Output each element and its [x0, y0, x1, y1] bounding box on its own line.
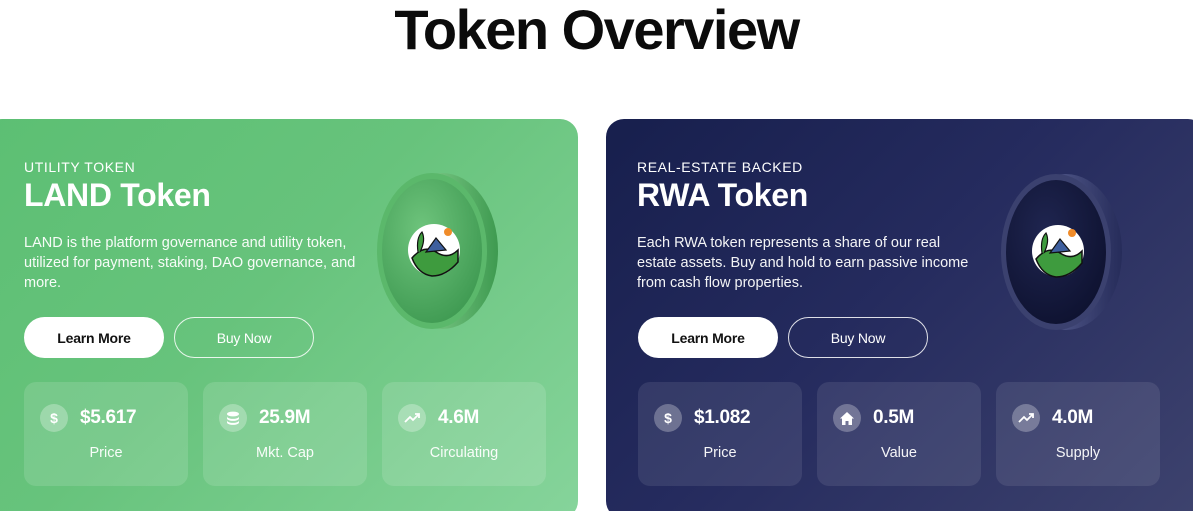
land-token-card: UTILITY TOKEN LAND Token LAND is the pla… — [0, 119, 578, 511]
stat-circulating: 4.6M Circulating — [382, 382, 546, 486]
land-logo-icon — [408, 224, 460, 277]
card-title: LAND Token — [24, 177, 211, 213]
stat-supply: 4.0M Supply — [996, 382, 1160, 486]
token-overview-page: Token Overview UTILITY TOKEN LAND Token … — [0, 0, 1193, 511]
stat-label: Value — [880, 445, 917, 461]
stat-market-cap: 25.9M Mkt. Cap — [203, 382, 367, 486]
page-title: Token Overview — [394, 0, 800, 61]
stat-value: 4.6M — [438, 407, 480, 428]
stat-label: Mkt. Cap — [255, 445, 314, 461]
card-eyebrow: UTILITY TOKEN — [24, 159, 136, 175]
rwa-coin-image — [1001, 174, 1122, 330]
stat-label: Price — [89, 445, 123, 461]
land-coin-image — [377, 173, 498, 329]
stat-value: $5.617 — [80, 407, 137, 428]
rwa-token-card: REAL-ESTATE BACKED RWA Token Each RWA to… — [606, 119, 1193, 511]
buy-now-button[interactable]: Buy Now — [174, 317, 314, 358]
stat-value: 0.5M — [873, 407, 915, 428]
svg-text:$: $ — [664, 410, 672, 426]
dollar-icon: $ — [40, 404, 68, 432]
stat-label: Circulating — [429, 445, 499, 461]
stat-label: Price — [703, 445, 737, 461]
card-description: Each RWA token represents a share of our… — [637, 235, 969, 291]
stat-value: 4.0M — [1052, 407, 1094, 428]
trend-up-icon — [1012, 404, 1040, 432]
buy-now-button[interactable]: Buy Now — [788, 317, 928, 358]
svg-text:$: $ — [50, 410, 58, 426]
coins-stack-icon — [219, 404, 247, 432]
stat-value: 25.9M — [259, 407, 311, 428]
learn-more-button[interactable]: Learn More — [638, 317, 778, 358]
home-icon — [833, 404, 861, 432]
land-logo-icon — [1032, 225, 1084, 278]
dollar-icon: $ — [654, 404, 682, 432]
stat-price: $ $5.617 Price — [24, 382, 188, 486]
card-title: RWA Token — [637, 177, 808, 213]
learn-more-button[interactable]: Learn More — [24, 317, 164, 358]
stat-label: Supply — [1055, 445, 1101, 461]
trend-up-icon — [398, 404, 426, 432]
stat-value-box: 0.5M Value — [817, 382, 981, 486]
card-description: LAND is the platform governance and util… — [24, 235, 356, 291]
stat-value: $1.082 — [694, 407, 751, 428]
card-eyebrow: REAL-ESTATE BACKED — [637, 159, 803, 175]
stat-price: $ $1.082 Price — [638, 382, 802, 486]
